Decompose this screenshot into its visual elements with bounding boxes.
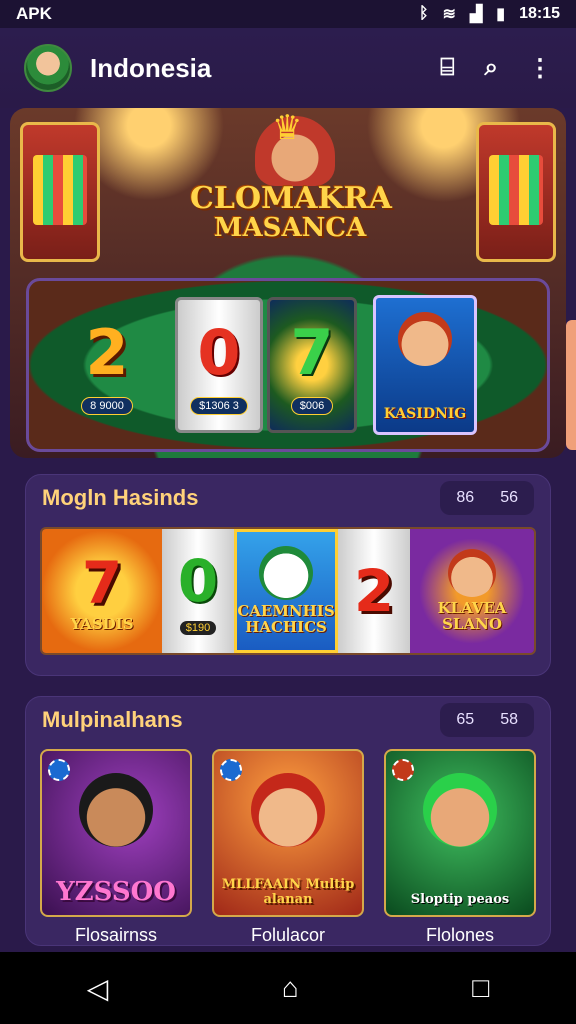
character-portrait [448,549,496,598]
section-header: Mogln Hasinds 86 56 [26,475,550,521]
page-title: Indonesia [90,52,212,83]
bookmark-icon[interactable]: ⌸ [440,54,454,82]
reel-pill: 8 9000 [81,396,133,415]
main-content[interactable]: ♛ CLOMAKRA MASANCA 2 8 9000 0 $1306 3 7 … [0,108,576,952]
tile-pill: $190 [179,621,217,635]
card-banner: YZSSOO [56,877,176,907]
reel-digit: 0 [197,315,241,389]
feature-card-text: KASIDNIG [383,406,467,422]
hero-logo: CLOMAKRA MASANCA [190,181,392,243]
joker-icon [259,546,313,601]
character-portrait [398,312,452,366]
section-title: Mulpinalhans [42,707,183,732]
side-panel-handle[interactable] [566,320,576,450]
bluetooth-icon: ᛒ [418,5,429,22]
avatar[interactable] [24,44,72,92]
tile-symbol: 2 [353,557,395,625]
section-counts: 86 56 [440,481,534,515]
game-card[interactable]: Sloptip peaos Flolones [384,749,536,946]
more-icon[interactable]: ⋮ [528,54,552,83]
crown-icon: ♛ [272,109,303,147]
game-cards: YZSSOO Flosairnss MLLFAAIN Multip alanan… [40,749,536,946]
count-a: 86 [456,489,475,506]
game-tile[interactable]: KLAVEA SLANO [410,529,534,653]
game-strip: 7 YASDIS 0 $190 CAEMNHIS HACHICS 2 KLAVE… [40,527,536,655]
section-mogln-hasinds: Mogln Hasinds 86 56 7 YASDIS 0 $190 CAEM… [25,474,551,676]
count-a: 65 [456,711,475,728]
hero-logo-line1: CLOMAKRA [190,181,392,216]
tile-caption: YASDIS [70,615,134,634]
card-art[interactable]: YZSSOO [40,749,192,917]
header-actions: ⌸ ⌕ ⋮ [440,54,552,83]
tile-caption: KLAVEA SLANO [437,599,507,633]
system-nav-bar: ◁ ⌂ □ [0,952,576,1024]
chip-icon [392,759,414,781]
app-header: Indonesia ⌸ ⌕ ⋮ [0,28,576,108]
section-mulpinalhans: Mulpinalhans 65 58 YZSSOO Flosairnss MLL [25,696,551,946]
character-portrait [251,773,325,847]
card-banner: Sloptip peaos [410,892,510,907]
status-time: 18:15 [519,5,560,22]
slot-machine-right [476,122,556,262]
reel-3[interactable]: 7 $006 [267,297,357,433]
card-label: Flolones [425,925,495,945]
reel-panel: 2 8 9000 0 $1306 3 7 $006 KASIDNIG [26,278,550,452]
game-card[interactable]: YZSSOO Flosairnss [40,749,192,946]
reel-2[interactable]: 0 $1306 3 [175,297,263,433]
search-icon[interactable]: ⌕ [485,54,498,82]
card-label: Folulacor [250,925,326,945]
card-label: Flosairnss [74,925,158,945]
game-tile[interactable]: 0 $190 [162,529,234,653]
chip-icon [48,759,70,781]
reel-pill: $1306 3 [190,396,248,415]
wifi-icon: ≋ [442,6,456,23]
count-b: 56 [500,489,518,506]
hero-logo-line2: MASANCA [213,212,367,243]
count-b: 58 [500,711,518,728]
home-icon[interactable]: ⌂ [282,972,299,1004]
back-icon[interactable]: ◁ [87,972,109,1005]
status-bar: APK ᛒ ≋ ▟ ▮ 18:15 [0,0,576,28]
game-card[interactable]: MLLFAAIN Multip alanan Folulacor [212,749,364,946]
character-portrait [79,773,153,847]
battery-icon: ▮ [496,6,506,23]
hero-banner[interactable]: ♛ CLOMAKRA MASANCA 2 8 9000 0 $1306 3 7 … [10,108,566,458]
game-tile[interactable]: 2 [338,529,410,653]
reel-1[interactable]: 2 8 9000 [43,297,171,433]
reel-digit: 2 [85,315,129,389]
feature-game-card[interactable]: KASIDNIG [373,295,477,435]
character-portrait [423,773,497,847]
chip-icon [220,759,242,781]
game-tile[interactable]: 7 YASDIS [42,529,162,653]
game-tile[interactable]: CAEMNHIS HACHICS [234,529,338,653]
tile-symbol: 7 [81,549,123,618]
section-counts: 65 58 [440,703,534,737]
card-art[interactable]: MLLFAAIN Multip alanan [212,749,364,917]
status-icons: ᛒ ≋ ▟ ▮ 18:15 [419,4,560,24]
status-left-text: APK [16,4,52,23]
tile-caption: CAEMNHIS HACHICS [237,602,335,636]
slot-machine-left [20,122,100,262]
section-title: Mogln Hasinds [42,485,199,510]
card-art[interactable]: Sloptip peaos [384,749,536,917]
section-header: Mulpinalhans 65 58 [26,697,550,743]
tile-symbol: 0 [177,547,219,615]
signal-icon: ▟ [469,6,483,23]
reel-pill: $006 [290,396,334,415]
recents-icon[interactable]: □ [472,972,489,1004]
card-banner: MLLFAAIN Multip alanan [221,877,355,907]
reel-digit: 7 [290,315,334,389]
